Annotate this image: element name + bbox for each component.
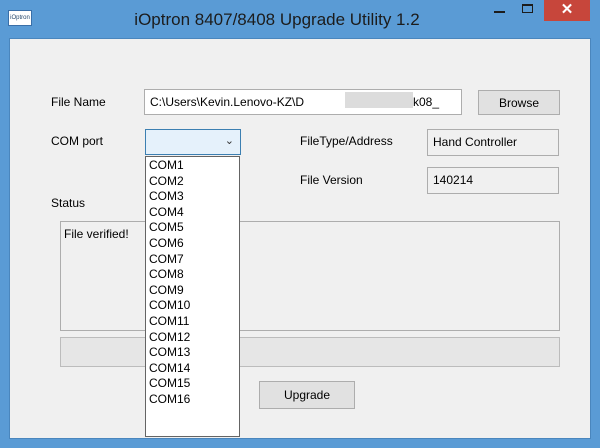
file-type-label: FileType/Address [300,134,393,148]
com-port-option[interactable]: COM9 [146,283,239,299]
title-bar[interactable]: iOptron iOptron 8407/8408 Upgrade Utilit… [0,0,600,38]
com-port-option[interactable]: COM10 [146,298,239,314]
dialog-client-area: File Name C:\Users\Kevin.Lenovo-KZ\D sk0… [9,38,591,439]
file-type-field: Hand Controller [427,129,559,156]
file-name-value: C:\Users\Kevin.Lenovo-KZ\D [150,95,305,109]
maximize-button[interactable] [514,0,542,22]
com-port-option[interactable]: COM6 [146,236,239,252]
com-port-option[interactable]: COM2 [146,174,239,190]
com-port-option[interactable]: COM7 [146,252,239,268]
status-textbox[interactable]: File verified! [60,221,560,331]
com-port-option[interactable]: COM12 [146,330,239,346]
status-label: Status [51,196,86,210]
minimize-icon [494,11,505,13]
com-port-option[interactable]: COM4 [146,205,239,221]
com-port-option[interactable]: COM8 [146,267,239,283]
file-version-label: File Version [300,173,363,187]
com-port-option[interactable]: COM11 [146,314,239,330]
maximize-icon [522,4,533,13]
com-port-option[interactable]: COM14 [146,361,239,377]
com-port-option[interactable]: COM1 [146,158,239,174]
com-port-option[interactable]: COM13 [146,345,239,361]
com-port-option[interactable]: COM16 [146,392,239,408]
com-port-option[interactable]: COM15 [146,376,239,392]
com-port-option[interactable]: COM5 [146,220,239,236]
com-port-dropdown-list: COM1 COM2 COM3 COM4 COM5 COM6 COM7 COM8 COM9 COM1… [145,156,240,437]
close-icon: ✕ [560,1,574,18]
com-port-combobox[interactable]: ⌄ [145,129,241,155]
file-version-field: 140214 [427,167,559,194]
close-button[interactable]: ✕ [544,0,590,21]
window-title-text: iOptron 8407/8408 Upgrade Utility 1.2 [134,10,420,29]
file-name-field[interactable]: C:\Users\Kevin.Lenovo-KZ\D sk08_ [144,89,462,115]
minimize-button[interactable] [486,0,514,22]
redaction-block [345,92,413,108]
browse-button[interactable]: Browse [478,90,560,115]
upgrade-utility-window: iOptron iOptron 8407/8408 Upgrade Utilit… [0,0,600,448]
chevron-down-icon: ⌄ [224,135,234,147]
upgrade-button[interactable]: Upgrade [259,381,355,409]
progress-bar [60,337,560,367]
status-text: File verified! [64,227,129,241]
com-port-option[interactable]: COM3 [146,189,239,205]
file-name-label: File Name [51,95,106,109]
com-port-label: COM port [51,134,104,148]
